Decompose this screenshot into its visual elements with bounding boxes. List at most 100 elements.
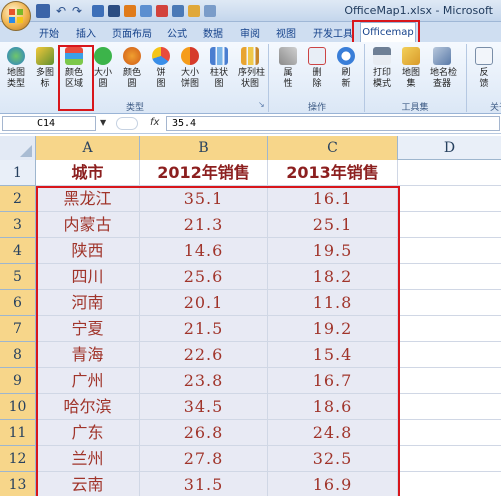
size-pie-button[interactable]: 大小 饼图 — [178, 47, 202, 90]
pie-chart-button[interactable]: 饼图 — [149, 47, 173, 90]
delete-button[interactable]: 删除 — [305, 47, 329, 90]
table-cell-y2012[interactable]: 25.6 — [140, 264, 268, 290]
table-cell-city[interactable]: 广州 — [36, 368, 140, 394]
empty-cell[interactable] — [398, 446, 501, 472]
table-cell-y2013[interactable]: 18.2 — [268, 264, 398, 290]
bar-chart-button[interactable]: 柱状图 — [207, 47, 231, 90]
table-cell-y2012[interactable]: 14.6 — [140, 238, 268, 264]
tab-data[interactable]: 数据 — [203, 25, 223, 40]
qat-tool-icon-4[interactable] — [140, 5, 152, 17]
table-cell-y2013[interactable]: 24.8 — [268, 420, 398, 446]
undo-icon[interactable]: ↶ — [54, 4, 68, 18]
header-cell-y2012[interactable]: 2012年销售 — [140, 160, 268, 186]
office-button[interactable] — [1, 1, 31, 31]
table-cell-y2013[interactable]: 15.4 — [268, 342, 398, 368]
color-region-button[interactable]: 颜色 区域 — [62, 47, 86, 90]
empty-cell[interactable] — [398, 160, 501, 186]
empty-cell[interactable] — [398, 212, 501, 238]
empty-cell[interactable] — [398, 238, 501, 264]
table-cell-y2013[interactable]: 19.5 — [268, 238, 398, 264]
table-cell-y2013[interactable]: 32.5 — [268, 446, 398, 472]
row-header[interactable]: 9 — [0, 368, 36, 394]
row-header[interactable]: 11 — [0, 420, 36, 446]
tab-officemap[interactable]: Officemap — [360, 22, 416, 43]
qat-tool-icon-5[interactable] — [156, 5, 168, 17]
table-cell-y2013[interactable]: 25.1 — [268, 212, 398, 238]
chevron-down-icon[interactable]: ▼ — [100, 118, 106, 127]
table-cell-y2012[interactable]: 27.8 — [140, 446, 268, 472]
row-header[interactable]: 13 — [0, 472, 36, 496]
table-cell-city[interactable]: 青海 — [36, 342, 140, 368]
table-cell-y2013[interactable]: 11.8 — [268, 290, 398, 316]
qat-tool-icon-7[interactable] — [188, 5, 200, 17]
multi-marker-button[interactable]: 多图标 — [33, 47, 57, 90]
table-cell-city[interactable]: 兰州 — [36, 446, 140, 472]
refresh-button[interactable]: 刷新 — [334, 47, 358, 90]
empty-cell[interactable] — [398, 290, 501, 316]
row-header[interactable]: 4 — [0, 238, 36, 264]
column-header-b[interactable]: B — [140, 136, 268, 160]
header-cell-y2013[interactable]: 2013年销售 — [268, 160, 398, 186]
table-cell-y2013[interactable]: 19.2 — [268, 316, 398, 342]
empty-cell[interactable] — [398, 420, 501, 446]
feedback-button[interactable]: 反馈 — [472, 47, 496, 90]
map-type-button[interactable]: 地图 类型 — [4, 47, 28, 90]
table-cell-city[interactable]: 广东 — [36, 420, 140, 446]
empty-cell[interactable] — [398, 368, 501, 394]
name-box[interactable]: C14 — [2, 116, 96, 131]
map-set-button[interactable]: 地图集 — [399, 47, 423, 90]
place-checker-button[interactable]: 地名检 查器 — [430, 47, 457, 90]
series-bar-button[interactable]: 序列柱 状图 — [238, 47, 265, 90]
table-cell-y2012[interactable]: 20.1 — [140, 290, 268, 316]
row-header[interactable]: 2 — [0, 186, 36, 212]
row-header[interactable]: 8 — [0, 342, 36, 368]
tab-review[interactable]: 审阅 — [240, 25, 260, 40]
row-header[interactable]: 6 — [0, 290, 36, 316]
qat-tool-icon-6[interactable] — [172, 5, 184, 17]
row-header[interactable]: 5 — [0, 264, 36, 290]
row-header[interactable]: 10 — [0, 394, 36, 420]
table-cell-city[interactable]: 内蒙古 — [36, 212, 140, 238]
qat-tool-icon-1[interactable] — [92, 5, 104, 17]
table-cell-city[interactable]: 云南 — [36, 472, 140, 496]
row-header-1[interactable]: 1 — [0, 160, 36, 186]
table-cell-y2012[interactable]: 35.1 — [140, 186, 268, 212]
formula-expand-control[interactable] — [116, 117, 138, 130]
table-cell-y2013[interactable]: 18.6 — [268, 394, 398, 420]
color-circle-button[interactable]: 颜色圆 — [120, 47, 144, 90]
row-header[interactable]: 7 — [0, 316, 36, 342]
table-cell-city[interactable]: 宁夏 — [36, 316, 140, 342]
tab-page-layout[interactable]: 页面布局 — [112, 25, 152, 40]
properties-button[interactable]: 属性 — [276, 47, 300, 90]
tab-developer[interactable]: 开发工具 — [313, 25, 353, 40]
print-mode-button[interactable]: 打印 模式 — [370, 47, 394, 90]
table-cell-y2013[interactable]: 16.1 — [268, 186, 398, 212]
column-header-d[interactable]: D — [398, 136, 501, 160]
empty-cell[interactable] — [398, 264, 501, 290]
table-cell-y2012[interactable]: 34.5 — [140, 394, 268, 420]
empty-cell[interactable] — [398, 316, 501, 342]
table-cell-y2012[interactable]: 31.5 — [140, 472, 268, 496]
tab-view[interactable]: 视图 — [276, 25, 296, 40]
qat-tool-icon-8[interactable] — [204, 5, 216, 17]
table-cell-city[interactable]: 四川 — [36, 264, 140, 290]
table-cell-y2013[interactable]: 16.9 — [268, 472, 398, 496]
table-cell-y2012[interactable]: 21.3 — [140, 212, 268, 238]
table-cell-y2012[interactable]: 22.6 — [140, 342, 268, 368]
tab-insert[interactable]: 插入 — [76, 25, 96, 40]
save-icon[interactable] — [36, 4, 50, 18]
table-cell-y2012[interactable]: 23.8 — [140, 368, 268, 394]
row-header[interactable]: 3 — [0, 212, 36, 238]
column-header-c[interactable]: C — [268, 136, 398, 160]
fx-icon[interactable]: fx — [150, 117, 159, 128]
empty-cell[interactable] — [398, 394, 501, 420]
tab-formulas[interactable]: 公式 — [167, 25, 187, 40]
table-cell-y2013[interactable]: 16.7 — [268, 368, 398, 394]
qat-tool-icon-3[interactable] — [124, 5, 136, 17]
header-cell-city[interactable]: 城市 — [36, 160, 140, 186]
qat-tool-icon-2[interactable] — [108, 5, 120, 17]
table-cell-y2012[interactable]: 26.8 — [140, 420, 268, 446]
dialog-launcher-icon[interactable]: ↘ — [258, 100, 265, 109]
table-cell-city[interactable]: 陕西 — [36, 238, 140, 264]
column-header-a[interactable]: A — [36, 136, 140, 160]
